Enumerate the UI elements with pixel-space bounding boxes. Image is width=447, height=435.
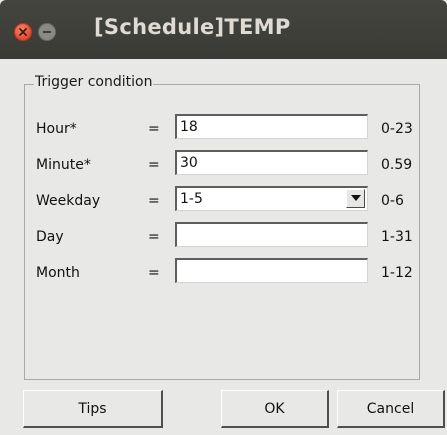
hour-input[interactable]: 18 — [175, 114, 368, 139]
weekday-equals: = — [148, 193, 160, 209]
day-label: Day — [36, 229, 64, 245]
title-bar[interactable]: [Schedule]TEMP — [0, 0, 447, 59]
weekday-dropdown-button[interactable] — [346, 189, 365, 208]
day-range: 1-31 — [381, 229, 413, 245]
weekday-value: 1-5 — [180, 191, 203, 207]
day-equals: = — [148, 229, 160, 245]
minimize-icon — [43, 31, 51, 33]
hour-equals: = — [148, 121, 160, 137]
chevron-down-icon — [350, 195, 361, 201]
minute-range: 0.59 — [381, 157, 413, 173]
month-range: 1-12 — [381, 265, 413, 281]
minute-label: Minute* — [36, 157, 91, 173]
trigger-condition-legend: Trigger condition — [34, 74, 154, 90]
weekday-label: Weekday — [36, 193, 101, 209]
hour-range: 0-23 — [381, 121, 413, 137]
weekday-range: 0-6 — [381, 193, 404, 209]
window-title: [Schedule]TEMP — [94, 15, 291, 39]
schedule-dialog: [Schedule]TEMP Trigger condition Hour* =… — [0, 0, 447, 435]
minute-input[interactable]: 30 — [175, 150, 368, 175]
month-label: Month — [36, 265, 80, 281]
close-icon — [19, 28, 27, 36]
weekday-combo[interactable]: 1-5 — [175, 186, 368, 211]
ok-button[interactable]: OK — [221, 390, 329, 428]
month-equals: = — [148, 265, 160, 281]
cancel-button[interactable]: Cancel — [337, 390, 445, 428]
minimize-button[interactable] — [38, 23, 56, 41]
month-input[interactable] — [175, 258, 368, 283]
day-input[interactable] — [175, 222, 368, 247]
minute-equals: = — [148, 157, 160, 173]
hour-label: Hour* — [36, 121, 77, 137]
close-button[interactable] — [14, 23, 32, 41]
tips-button[interactable]: Tips — [23, 390, 163, 428]
